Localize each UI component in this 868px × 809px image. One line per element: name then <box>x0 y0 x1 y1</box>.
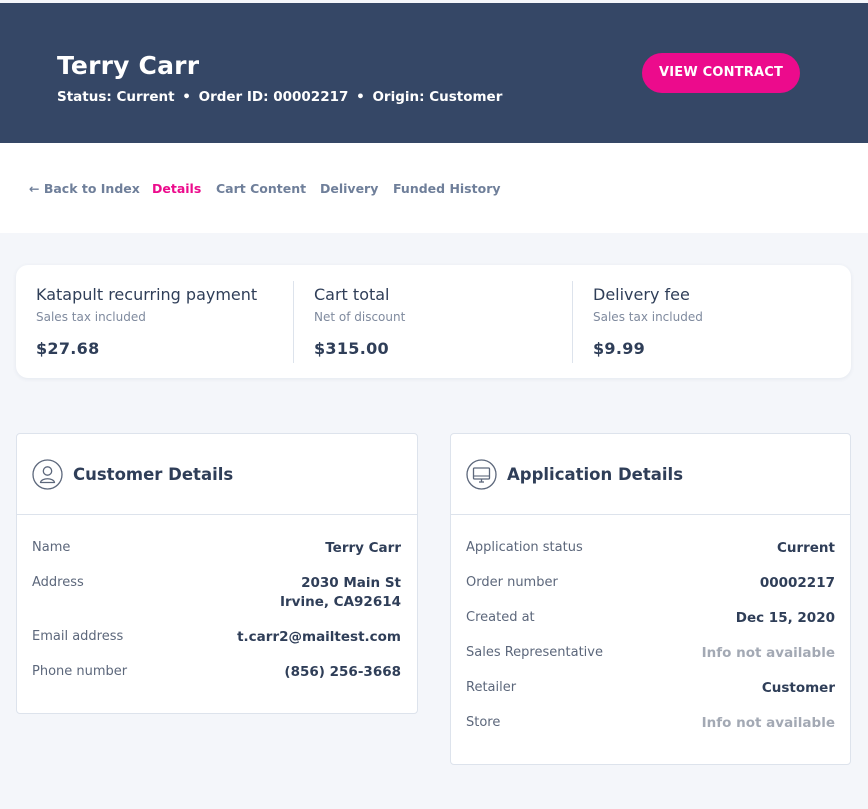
summary-title: Delivery fee <box>593 285 690 304</box>
user-icon <box>32 459 63 490</box>
summary-title: Katapult recurring payment <box>36 285 258 304</box>
store-label: Store <box>466 715 501 730</box>
customer-name-title: Terry Carr <box>57 51 200 80</box>
store-value: Info not available <box>701 715 835 731</box>
order-number-value: 00002217 <box>759 575 835 591</box>
divider <box>293 281 294 363</box>
name-label: Name <box>32 540 71 555</box>
summary-subtitle: Sales tax included <box>36 310 146 324</box>
email-label: Email address <box>32 629 124 644</box>
tab-funded-history[interactable]: Funded History <box>393 181 501 196</box>
name-value: Terry Carr <box>325 540 401 556</box>
application-details-card: Application Details Application status C… <box>450 433 851 765</box>
address-line1: 2030 Main St <box>301 575 401 591</box>
status-text: Status: Current <box>57 89 175 105</box>
card-header: Application Details <box>451 434 850 515</box>
summary-subtitle: Net of discount <box>314 310 406 324</box>
phone-label: Phone number <box>32 664 128 679</box>
application-status-label: Application status <box>466 540 583 555</box>
page-header: Terry Carr Status: Current • Order ID: 0… <box>0 3 868 143</box>
email-value: t.carr2@mailtest.com <box>237 629 401 645</box>
customer-details-card: Customer Details Name Terry Carr Address… <box>16 433 418 714</box>
phone-value: (856) 256-3668 <box>284 664 401 680</box>
separator: • <box>182 89 191 105</box>
retailer-label: Retailer <box>466 680 517 695</box>
summary-title: Cart total <box>314 285 390 304</box>
payment-summary-card: Katapult recurring payment Sales tax inc… <box>16 265 851 378</box>
sales-rep-label: Sales Representative <box>466 645 603 660</box>
summary-value: $315.00 <box>314 339 389 358</box>
retailer-value: Customer <box>761 680 835 696</box>
card-title: Customer Details <box>73 465 234 484</box>
monitor-icon <box>466 459 497 490</box>
address-line2: Irvine, CA92614 <box>279 594 401 610</box>
tab-delivery[interactable]: Delivery <box>320 181 378 196</box>
order-id-text: Order ID: 00002217 <box>198 89 349 105</box>
card-header: Customer Details <box>17 434 417 515</box>
created-at-value: Dec 15, 2020 <box>735 610 835 626</box>
tab-details[interactable]: Details <box>152 181 201 196</box>
created-at-label: Created at <box>466 610 535 625</box>
back-to-index-link[interactable]: ← Back to Index <box>29 181 140 196</box>
sales-rep-value: Info not available <box>701 645 835 661</box>
divider <box>572 281 573 363</box>
application-status-value: Current <box>776 540 835 556</box>
view-contract-button[interactable]: VIEW CONTRACT <box>642 53 800 93</box>
summary-subtitle: Sales tax included <box>593 310 703 324</box>
separator: • <box>356 89 365 105</box>
tab-cart-content[interactable]: Cart Content <box>216 181 306 196</box>
summary-value: $27.68 <box>36 339 100 358</box>
origin-text: Origin: Customer <box>372 89 503 105</box>
status-line: Status: Current • Order ID: 00002217 • O… <box>57 89 502 105</box>
card-title: Application Details <box>507 465 684 484</box>
summary-value: $9.99 <box>593 339 646 358</box>
address-label: Address <box>32 575 84 590</box>
order-number-label: Order number <box>466 575 558 590</box>
